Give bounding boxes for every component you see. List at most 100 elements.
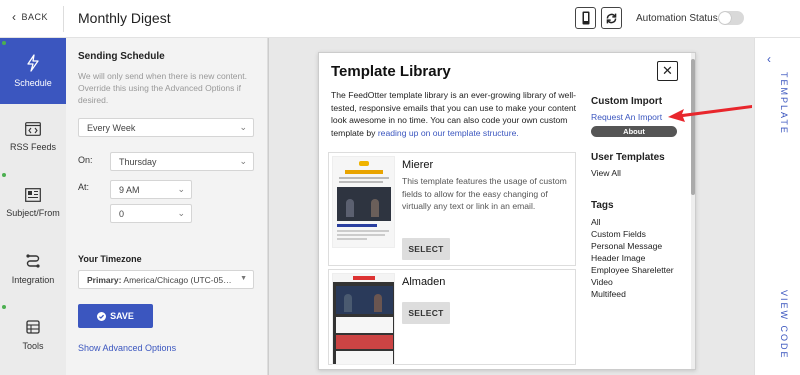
page-title: Monthly Digest [78, 10, 171, 26]
timezone-prefix: Primary: [87, 275, 122, 285]
thumb-person [344, 294, 352, 312]
thumb-image [336, 286, 393, 314]
tag-item[interactable]: Multifeed [591, 288, 626, 300]
back-label: BACK [21, 12, 49, 22]
back-button[interactable]: ‹ BACK [12, 9, 49, 24]
check-circle-icon [97, 311, 107, 321]
sidebar-item-label: RSS Feeds [9, 142, 57, 152]
template-structure-link[interactable]: reading up on our template structure. [378, 128, 519, 138]
tag-item[interactable]: All [591, 216, 601, 228]
show-advanced-options-link[interactable]: Show Advanced Options [78, 343, 176, 353]
save-label: SAVE [110, 311, 134, 321]
scrollbar[interactable] [691, 53, 695, 369]
tag-item[interactable]: Video [591, 276, 613, 288]
help-text: We will only send when there is new cont… [78, 71, 247, 105]
thumb-text-block [336, 317, 393, 333]
thumb-text-line [339, 181, 383, 183]
select-button[interactable]: SELECT [402, 238, 450, 260]
tag-item[interactable]: Header Image [591, 252, 645, 264]
template-library-modal: Template Library ✕ The FeedOtter templat… [318, 52, 696, 370]
timezone-select[interactable]: Primary: America/Chicago (UTC-05… ▼ [78, 270, 254, 289]
thumb-person [346, 199, 354, 217]
chevron-down-icon: ⌄ [239, 156, 247, 166]
logo-mark [353, 276, 375, 280]
thumb-person [374, 294, 382, 312]
about-button[interactable]: About [591, 126, 677, 137]
thumb-text-line [339, 177, 389, 179]
minute-select[interactable]: 0 ⌄ [110, 204, 192, 223]
template-name: Almaden [402, 276, 446, 288]
thumb-header [333, 274, 394, 282]
status-dot [2, 173, 6, 177]
thumb-heading-bar [345, 170, 383, 174]
code-window-icon [25, 122, 41, 136]
custom-import-title: Custom Import [591, 96, 663, 107]
thumb-image [336, 335, 393, 349]
mobile-preview-button[interactable] [575, 7, 596, 29]
automation-status-toggle[interactable] [718, 11, 744, 25]
template-description: This template features the usage of cust… [402, 176, 567, 211]
sidebar-item-subject-from[interactable]: Subject/From [0, 170, 66, 236]
integration-icon [26, 254, 40, 268]
chevron-left-icon[interactable]: ‹ [767, 52, 771, 66]
day-select[interactable]: Thursday ⌄ [110, 152, 254, 171]
tools-icon [26, 320, 40, 334]
sidebar-item-schedule[interactable]: Schedule [0, 38, 66, 104]
close-icon: ✕ [662, 63, 673, 78]
chevron-down-icon: ⌄ [177, 208, 185, 218]
scrollbar-thumb[interactable] [691, 59, 695, 195]
view-all-link[interactable]: View All [591, 168, 621, 178]
thumb-person [371, 199, 379, 217]
schedule-panel: Sending Schedule We will only send when … [66, 38, 268, 375]
refresh-button[interactable] [601, 7, 622, 29]
on-label: On: [78, 155, 93, 165]
thumb-link-line [337, 224, 377, 227]
tag-item[interactable]: Personal Message [591, 240, 662, 252]
modal-title: Template Library [331, 63, 451, 80]
hour-select[interactable]: 9 AM ⌄ [110, 180, 192, 199]
view-code-tab[interactable]: VIEW CODE [779, 290, 789, 360]
sidebar-item-rss-feeds[interactable]: RSS Feeds [0, 104, 66, 170]
request-import-link[interactable]: Request An Import [591, 112, 662, 122]
thumb-text-line [337, 230, 389, 232]
frequency-value: Every Week [87, 123, 136, 133]
chevron-left-icon: ‹ [12, 9, 17, 24]
refresh-icon [606, 13, 617, 23]
template-tab[interactable]: TEMPLATE [779, 72, 789, 135]
annotation-arrow-icon [668, 105, 752, 122]
divider [63, 6, 64, 32]
select-button[interactable]: SELECT [402, 302, 450, 324]
tag-item[interactable]: Custom Fields [591, 228, 646, 240]
sidebar-item-integration[interactable]: Integration [0, 236, 66, 302]
logo-mark [359, 161, 369, 166]
toggle-knob [719, 12, 731, 24]
top-bar: ‹ BACK Monthly Digest Automation Status [0, 0, 800, 38]
template-card-mierer: Mierer This template features the usage … [328, 152, 576, 266]
template-card-almaden: Almaden SELECT [328, 269, 576, 365]
panel-title: Sending Schedule [78, 51, 165, 62]
automation-status-label: Automation Status [636, 13, 718, 24]
tags-title: Tags [591, 200, 614, 211]
caret-down-icon: ▼ [240, 275, 247, 282]
frequency-select[interactable]: Every Week ⌄ [78, 118, 254, 137]
timezone-value: America/Chicago (UTC-05… [123, 275, 232, 285]
sidebar-item-label: Integration [11, 275, 55, 285]
tag-item[interactable]: Employee Shareletter [591, 264, 674, 276]
chevron-down-icon: ⌄ [177, 184, 185, 194]
close-button[interactable]: ✕ [657, 61, 678, 81]
day-value: Thursday [119, 157, 157, 167]
minute-value: 0 [119, 209, 125, 219]
user-templates-title: User Templates [591, 152, 665, 163]
hour-value: 9 AM [119, 185, 140, 195]
sidebar-item-tools[interactable]: Tools [0, 302, 66, 368]
sidebar-item-label: Subject/From [6, 208, 60, 218]
save-button[interactable]: SAVE [78, 304, 153, 328]
timezone-title: Your Timezone [78, 254, 142, 264]
template-thumbnail[interactable] [332, 273, 395, 365]
template-thumbnail[interactable] [332, 156, 395, 248]
chevron-down-icon: ⌄ [239, 122, 247, 132]
thumb-text-line [337, 234, 385, 236]
sidebar-item-label: Tools [22, 341, 44, 351]
thumb-text-line [337, 238, 367, 240]
sidebar-nav: Schedule RSS Feeds Subject/From Integrat… [0, 38, 66, 375]
